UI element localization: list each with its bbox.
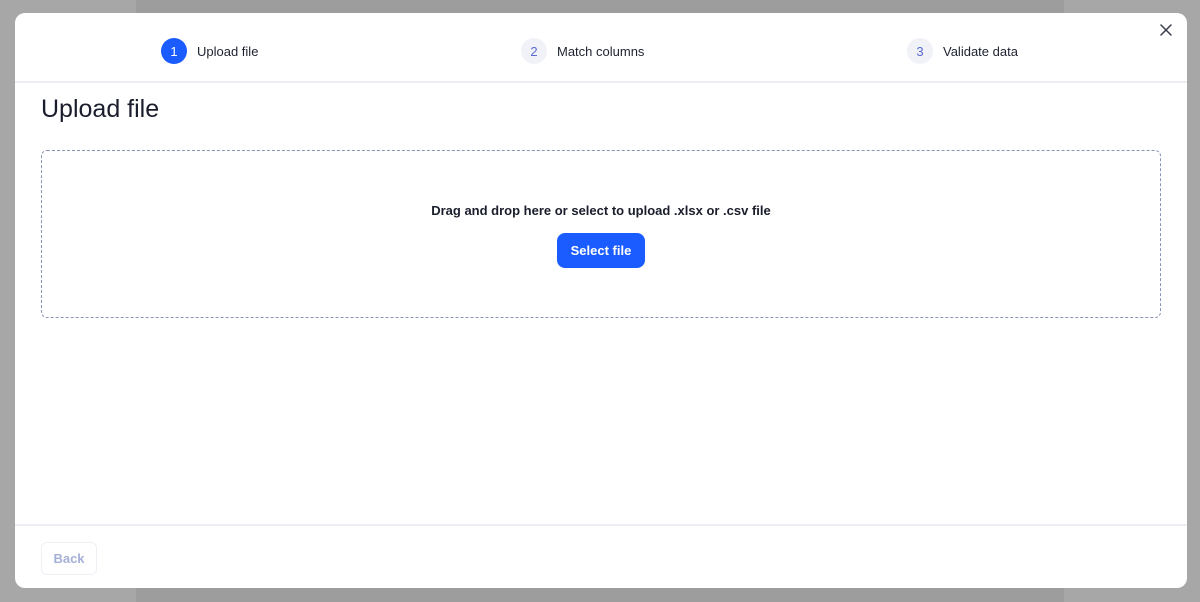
step-number-badge: 2 — [521, 38, 547, 64]
step-label: Match columns — [557, 43, 645, 59]
step-number-badge: 3 — [907, 38, 933, 64]
select-file-button[interactable]: Select file — [557, 233, 645, 268]
step-label: Upload file — [197, 43, 259, 59]
stepper: 1 Upload file 2 Match columns 3 Validate… — [15, 13, 1187, 83]
step-match-columns: 2 Match columns — [521, 38, 644, 64]
dropzone-instructions: Drag and drop here or select to upload .… — [431, 203, 771, 218]
back-button[interactable]: Back — [41, 542, 97, 575]
close-icon — [1160, 24, 1172, 36]
close-button[interactable] — [1157, 21, 1175, 39]
file-dropzone[interactable]: Drag and drop here or select to upload .… — [41, 150, 1161, 318]
modal-footer: Back — [15, 524, 1187, 588]
step-upload-file: 1 Upload file — [161, 38, 258, 64]
step-label: Validate data — [943, 43, 1018, 59]
step-validate-data: 3 Validate data — [907, 38, 1018, 64]
page-title: Upload file — [41, 95, 160, 123]
step-number-badge: 1 — [161, 38, 187, 64]
upload-modal: 1 Upload file 2 Match columns 3 Validate… — [15, 13, 1187, 588]
